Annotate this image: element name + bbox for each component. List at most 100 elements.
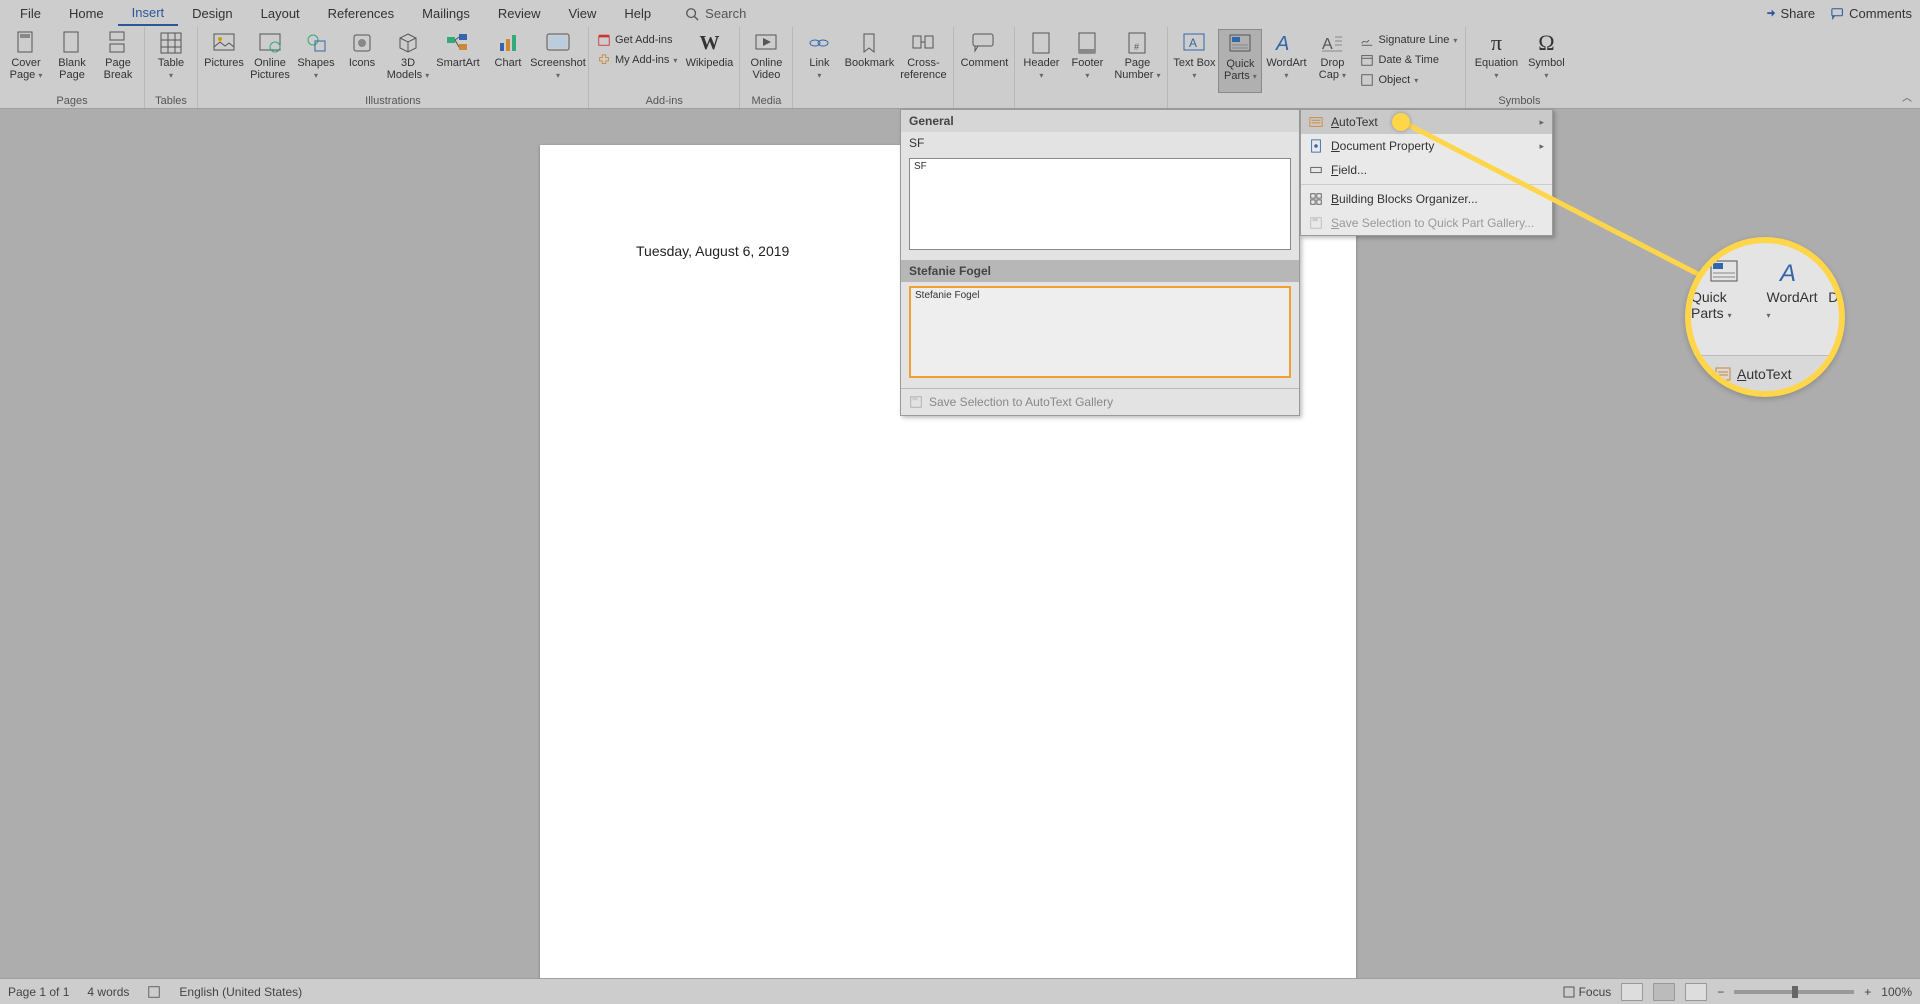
- pictures-button[interactable]: Pictures: [202, 29, 246, 93]
- object-button[interactable]: Object ▾: [1360, 71, 1457, 89]
- online-video-button[interactable]: Online Video: [744, 29, 788, 93]
- textbox-icon: A: [1183, 33, 1205, 53]
- symbol-button[interactable]: ΩSymbol▾: [1524, 29, 1568, 93]
- shapes-button[interactable]: Shapes ▾: [294, 29, 338, 93]
- get-addins-button[interactable]: Get Add-ins: [597, 31, 677, 49]
- online-pictures-button[interactable]: Online Pictures: [248, 29, 292, 93]
- tab-review[interactable]: Review: [484, 2, 555, 25]
- table-button[interactable]: Table▾: [149, 29, 193, 93]
- zoom-out-button[interactable]: −: [1717, 985, 1724, 999]
- tab-help[interactable]: Help: [610, 2, 665, 25]
- autotext-icon: [1715, 367, 1731, 381]
- statusbar: Page 1 of 1 4 words English (United Stat…: [0, 978, 1920, 1004]
- autotext-preview-sf[interactable]: SF: [909, 158, 1291, 250]
- group-label-media: Media: [744, 93, 788, 109]
- cover-page-button[interactable]: Cover Page ▾: [4, 29, 48, 93]
- svg-text:#: #: [1134, 42, 1139, 52]
- bookmark-icon: [860, 32, 878, 54]
- quick-parts-button[interactable]: Quick Parts ▾: [1218, 29, 1262, 93]
- zoom-level[interactable]: 100%: [1881, 985, 1912, 999]
- group-links: Link▾ Bookmark Cross-reference: [793, 27, 954, 108]
- text-box-button[interactable]: AText Box ▾: [1172, 29, 1216, 93]
- tab-layout[interactable]: Layout: [247, 2, 314, 25]
- cross-reference-button[interactable]: Cross-reference: [897, 29, 949, 93]
- save-gallery-icon: [909, 395, 923, 409]
- drop-cap-button[interactable]: ADrop Cap ▾: [1310, 29, 1354, 93]
- group-label-links: [797, 104, 949, 108]
- wordart-button[interactable]: AWordArt▾: [1264, 29, 1308, 93]
- spellcheck-icon[interactable]: [147, 985, 161, 999]
- comment-icon: [1831, 7, 1845, 21]
- my-addins-button[interactable]: My Add-ins ▾: [597, 51, 677, 69]
- zoom-in-button[interactable]: +: [1864, 985, 1871, 999]
- status-word-count[interactable]: 4 words: [87, 985, 129, 999]
- view-web-layout[interactable]: [1685, 983, 1707, 1001]
- store-icon: [597, 33, 611, 47]
- group-label-illustrations: Illustrations: [202, 93, 584, 109]
- ribbon-collapse-button[interactable]: ︿: [1902, 89, 1912, 104]
- chart-icon: [497, 33, 519, 53]
- autotext-item-sf[interactable]: SF: [901, 132, 1299, 154]
- header-button[interactable]: Header▾: [1019, 29, 1063, 93]
- group-label-addins: Add-ins: [593, 93, 735, 109]
- comments-button[interactable]: Comments: [1831, 6, 1912, 21]
- callout-pointer-dot: [1392, 113, 1410, 131]
- footer-button[interactable]: Footer▾: [1065, 29, 1109, 93]
- picture-icon: [213, 33, 235, 53]
- search-box[interactable]: Search: [685, 6, 746, 21]
- chart-button[interactable]: Chart: [486, 29, 530, 93]
- signature-line-button[interactable]: Signature Line ▾: [1360, 31, 1457, 49]
- tab-view[interactable]: View: [554, 2, 610, 25]
- 3d-models-button[interactable]: 3D Models ▾: [386, 29, 430, 93]
- autotext-save-selection: Save Selection to AutoText Gallery: [901, 388, 1299, 415]
- tab-mailings[interactable]: Mailings: [408, 2, 484, 25]
- tab-insert[interactable]: Insert: [118, 1, 179, 26]
- quickparts-icon: [1710, 260, 1738, 284]
- icons-icon: [351, 33, 373, 53]
- signature-icon: [1360, 33, 1374, 47]
- menu-field[interactable]: Field...: [1301, 158, 1552, 182]
- page-break-button[interactable]: Page Break: [96, 29, 140, 93]
- status-page[interactable]: Page 1 of 1: [8, 985, 69, 999]
- comment-button[interactable]: Comment: [958, 29, 1010, 93]
- pagenum-icon: #: [1128, 32, 1146, 54]
- search-icon: [685, 7, 699, 21]
- status-language[interactable]: English (United States): [179, 985, 302, 999]
- menu-autotext[interactable]: AutoText ▸: [1301, 110, 1552, 134]
- bookmark-button[interactable]: Bookmark: [843, 29, 895, 93]
- tab-references[interactable]: References: [314, 2, 408, 25]
- svg-text:A: A: [1778, 260, 1796, 285]
- equation-button[interactable]: πEquation▾: [1470, 29, 1522, 93]
- callout-autotext-row: AutoText: [1691, 355, 1839, 391]
- date-time-button[interactable]: Date & Time: [1360, 51, 1457, 69]
- menu-building-blocks-organizer[interactable]: Building Blocks Organizer...: [1301, 187, 1552, 211]
- group-label-headerfooter: [1019, 104, 1163, 108]
- tab-home[interactable]: Home: [55, 2, 118, 25]
- quick-parts-menu: AutoText ▸ Document Property ▸ Field... …: [1300, 109, 1553, 236]
- link-button[interactable]: Link▾: [797, 29, 841, 93]
- wikipedia-button[interactable]: WWikipedia: [683, 29, 735, 93]
- bbo-icon: [1309, 192, 1323, 206]
- share-button[interactable]: Share: [1762, 6, 1815, 21]
- smartart-button[interactable]: SmartArt: [432, 29, 484, 93]
- zoom-slider[interactable]: [1734, 990, 1854, 994]
- view-print-layout[interactable]: [1653, 983, 1675, 1001]
- page-number-button[interactable]: #Page Number ▾: [1111, 29, 1163, 93]
- page-icon: [16, 31, 36, 55]
- autotext-category-general: General: [901, 110, 1299, 132]
- screenshot-button[interactable]: Screenshot▾: [532, 29, 584, 93]
- focus-mode-button[interactable]: Focus: [1563, 985, 1612, 999]
- tab-design[interactable]: Design: [178, 2, 246, 25]
- blank-page-icon: [62, 31, 82, 55]
- callout-wordart: A WordArt▾: [1766, 257, 1817, 355]
- table-icon: [160, 32, 182, 54]
- blank-page-button[interactable]: Blank Page: [50, 29, 94, 93]
- icons-button[interactable]: Icons: [340, 29, 384, 93]
- group-label-tables: Tables: [149, 93, 193, 109]
- view-read-mode[interactable]: [1621, 983, 1643, 1001]
- autotext-preview-stefanie[interactable]: Stefanie Fogel: [909, 286, 1291, 378]
- menu-document-property[interactable]: Document Property ▸: [1301, 134, 1552, 158]
- tab-file[interactable]: File: [6, 2, 55, 25]
- ribbon: Cover Page ▾ Blank Page Page Break Pages…: [0, 27, 1920, 109]
- document-text: Tuesday, August 6, 2019: [636, 243, 789, 259]
